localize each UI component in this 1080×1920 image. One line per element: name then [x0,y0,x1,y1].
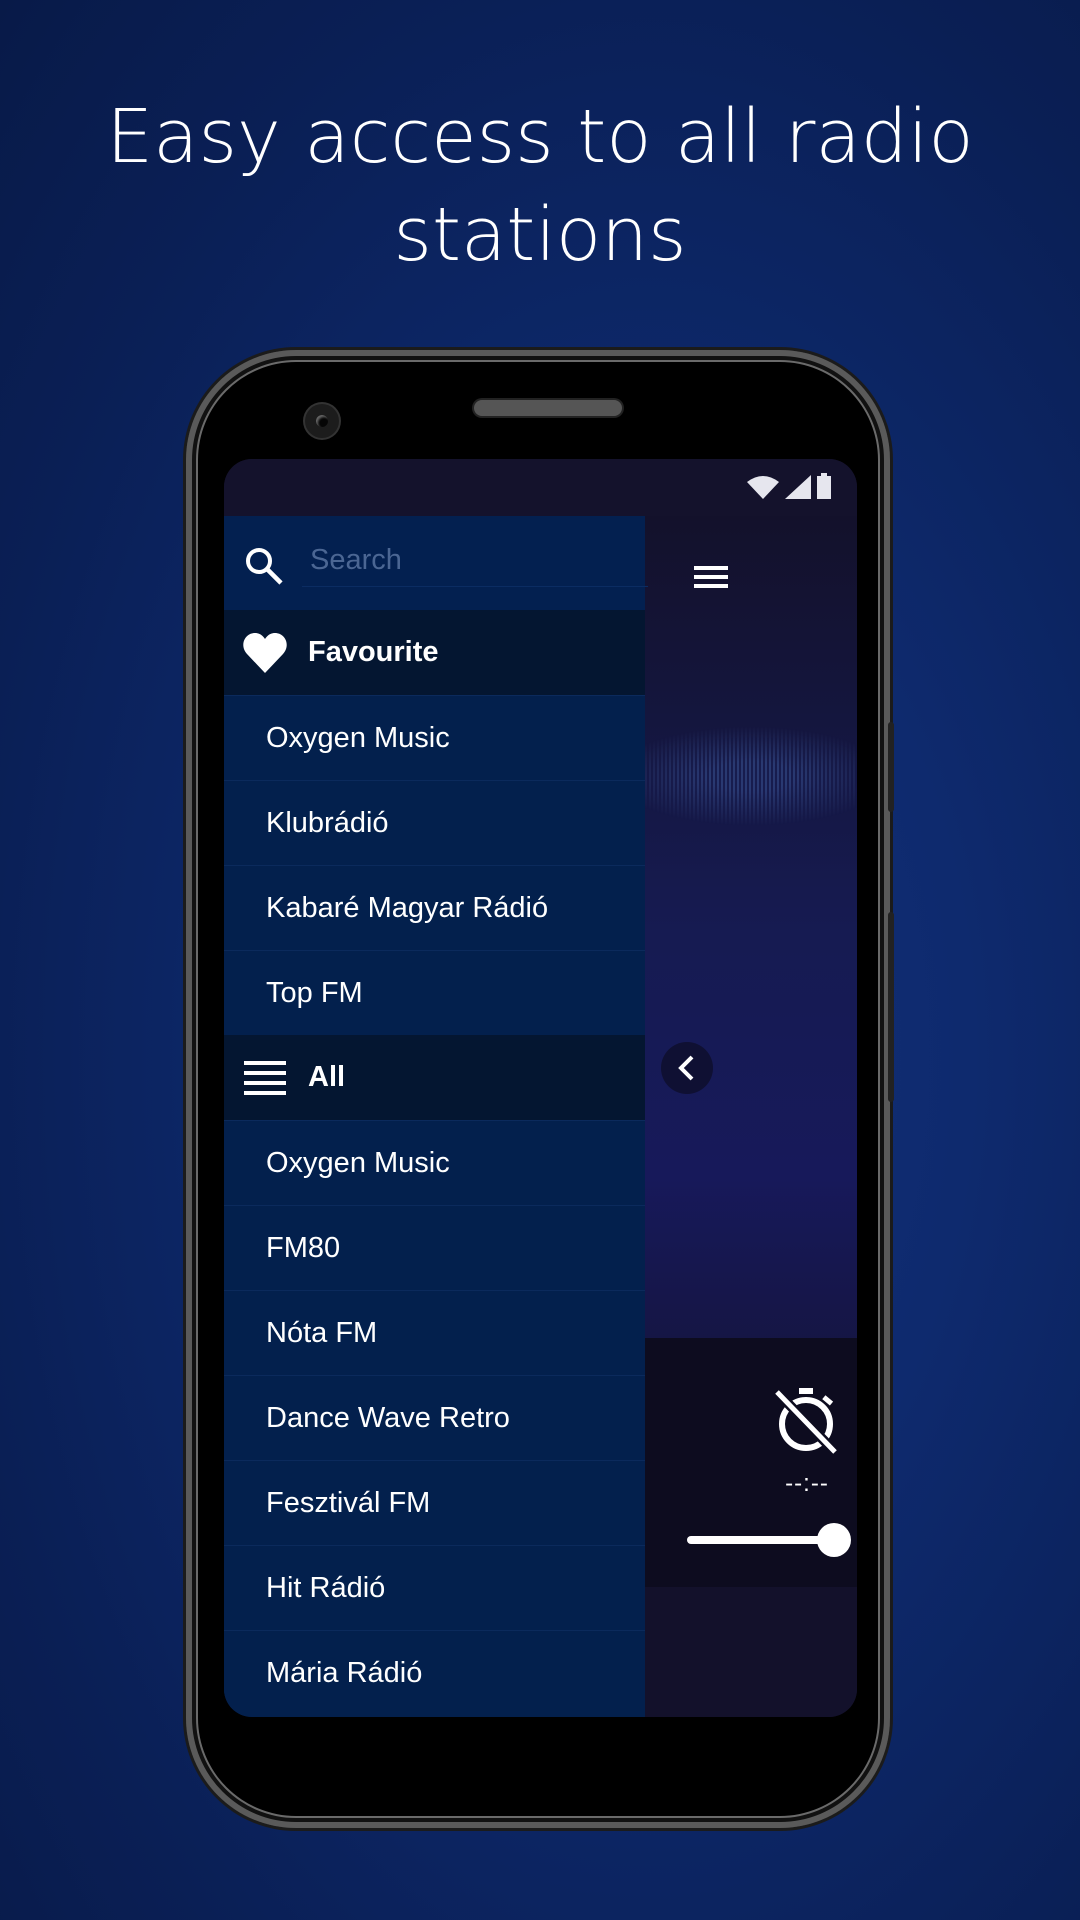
station-name: Klubrádió [266,807,389,839]
collapse-drawer-button[interactable] [661,1042,713,1094]
headline-line-1: Easy access to all radio [106,94,974,180]
list-icon [244,1060,286,1095]
favourite-station-item[interactable]: Oxygen Music [224,695,645,781]
wifi-icon [747,476,779,499]
section-label: All [308,1061,346,1093]
station-name: Oxygen Music [266,722,450,754]
phone-frame: --:-- Favourite Oxyge [186,350,894,1828]
station-name: Dance Wave Retro [266,1402,510,1434]
search-input[interactable] [302,534,648,587]
section-header-favourite[interactable]: Favourite [224,610,645,695]
station-name: Mária Rádió [266,1657,423,1689]
station-name: Kabaré Magyar Rádió [266,892,549,924]
earpiece-speaker [474,400,622,416]
station-name: Top FM [266,977,363,1009]
station-item[interactable]: Hit Rádió [224,1545,645,1631]
app-screen: --:-- Favourite Oxyge [224,459,857,1717]
sleep-timer-panel: --:-- [645,1338,857,1587]
phone-volume-button [888,912,894,1102]
phone-side-button [888,722,894,812]
player-panel: --:-- [645,516,857,1717]
station-item[interactable]: Oxygen Music [224,1120,645,1206]
volume-slider-track [687,1536,834,1544]
waveform-background [645,706,857,846]
favourite-station-item[interactable]: Klubrádió [224,780,645,866]
timer-off-icon[interactable] [773,1386,839,1456]
battery-icon [817,473,831,499]
section-header-all[interactable]: All [224,1035,645,1120]
station-name: FM80 [266,1232,341,1264]
headline: Easy access to all radio stations [0,88,1080,284]
station-name: Oxygen Music [266,1147,450,1179]
hamburger-menu-icon[interactable] [694,566,728,592]
sleep-timer-value: --:-- [785,1470,829,1497]
heart-icon [243,632,287,673]
volume-slider-thumb[interactable] [817,1523,851,1557]
chevron-left-icon [678,1055,694,1081]
favourite-station-item[interactable]: Kabaré Magyar Rádió [224,865,645,951]
station-item[interactable]: Dance Wave Retro [224,1375,645,1461]
search-bar [224,516,648,610]
headline-line-2: stations [393,192,687,278]
search-icon [246,548,283,585]
station-item[interactable]: Fesztivál FM [224,1460,645,1546]
section-label: Favourite [308,636,439,668]
station-item[interactable]: Nóta FM [224,1290,645,1376]
volume-slider[interactable] [687,1520,851,1560]
favourite-station-item[interactable]: Top FM [224,950,645,1036]
station-name: Nóta FM [266,1317,378,1349]
station-item[interactable]: FM80 [224,1205,645,1291]
status-bar [224,459,857,516]
front-camera [305,404,339,438]
station-name: Hit Rádió [266,1572,386,1604]
station-drawer: Favourite Oxygen Music Klubrádió Kabaré … [224,516,648,1717]
station-item[interactable]: Mária Rádió [224,1630,645,1716]
station-name: Fesztivál FM [266,1487,431,1519]
cellular-signal-icon [785,475,811,499]
